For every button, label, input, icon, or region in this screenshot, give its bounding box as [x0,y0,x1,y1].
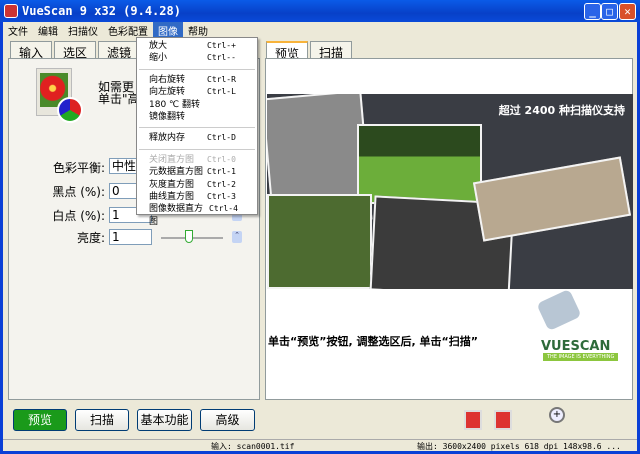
menu-image[interactable]: 图像 [153,22,183,38]
separator [139,148,255,150]
window-title: VueScan 9 x32 (9.4.28) [22,4,181,18]
label: 向左旋转 [149,87,186,98]
vuescan-logo: VUESCAN [541,339,611,354]
label: 元数据直方图 [149,167,204,178]
zoom-icon[interactable]: + [549,407,565,423]
banner-text: 超过 2400 种扫描仪支持 [498,104,625,117]
shortcut: Ctrl-0 [207,154,236,164]
label: 关闭直方图 [149,154,195,165]
tab-scan[interactable]: 扫描 [310,41,353,60]
preview-image: 超过 2400 种扫描仪支持 [267,94,633,289]
separator [139,127,255,129]
basic-mode-button[interactable]: 基本功能 [137,409,192,431]
shortcut: Ctrl-3 [207,191,236,201]
menu-item-image-histogram[interactable]: 图像数据直方图 Ctrl-4 [137,203,257,227]
menu-item-release-memory[interactable]: 释放内存 Ctrl-D [137,132,257,144]
tab-crop[interactable]: 选区 [54,41,97,60]
menu-item-rotate-left[interactable]: 向左旋转 Ctrl-L [137,86,257,98]
preview-button[interactable]: 预览 [13,409,67,431]
label: 向右旋转 [149,74,186,85]
hint-line: 单击"高 [98,92,140,106]
shortcut: Ctrl-R [207,74,236,84]
tab-filter[interactable]: 滤镜 [98,41,141,60]
status-output: 输出: 3600x2400 pixels 618 dpi 148x98.6 ..… [417,442,621,451]
brightness-spinner[interactable]: ⌃ [232,231,242,243]
menu-bar: 文件 编辑 扫描仪 色彩配置 图像 帮助 [3,22,637,38]
color-balance-label: 色彩平衡: [52,161,105,175]
minimize-button[interactable]: _ [584,3,601,20]
scanner-logo-icon [536,288,582,332]
menu-file[interactable]: 文件 [3,22,33,38]
image-menu-dropdown: 放大 Ctrl-+ 缩小 Ctrl-- 向右旋转 Ctrl-R 向左旋转 Ctrl-L … [136,37,258,227]
shortcut: Ctrl-4 [209,204,238,214]
white-point-label: 白点 (%): [52,209,105,223]
label: 缩小 [149,53,168,64]
status-bar: 输入: scan0001.tif 输出: 3600x2400 pixels 61… [3,439,637,451]
scan-button[interactable]: 扫描 [75,409,129,431]
menu-item-zoom-out[interactable]: 缩小 Ctrl-- [137,52,257,64]
maximize-button[interactable]: □ [601,3,618,20]
label: 曲线直方图 [149,191,195,202]
app-icon [4,4,18,18]
label: 180 ℃ 翻转 [149,99,201,110]
instruction-text: 单击“预览”按钮, 调整选区后, 单击“扫描” [268,335,478,348]
menu-item-gray-histogram[interactable]: 灰度直方图 Ctrl-2 [137,179,257,191]
menu-help[interactable]: 帮助 [183,22,213,38]
shortcut: Ctrl-1 [207,167,236,177]
menu-color-profile[interactable]: 色彩配置 [103,22,153,38]
menu-item-close-histogram: 关闭直方图 Ctrl-0 [137,154,257,166]
tab-input[interactable]: 输入 [10,41,53,60]
menu-item-metadata-histogram[interactable]: 元数据直方图 Ctrl-1 [137,166,257,178]
brightness-slider-thumb[interactable] [185,230,193,243]
label: 释放内存 [149,133,186,144]
rotate-left-icon[interactable] [464,410,482,430]
flower-icon [36,68,83,123]
logo-tagline: THE IMAGE IS EVERYTHING [543,353,619,361]
menu-item-mirror[interactable]: 镜像翻转 [137,111,257,123]
label: 放大 [149,41,168,51]
label: 镜像翻转 [149,111,186,122]
shortcut: Ctrl-2 [207,179,236,189]
brightness-input[interactable]: 1 [109,229,152,245]
close-button[interactable]: ✕ [619,3,636,20]
preview-panel: 超过 2400 种扫描仪支持 单击“预览”按钮, 调整选区后, 单击“扫描” V… [265,58,633,400]
menu-item-rotate-right[interactable]: 向右旋转 Ctrl-R [137,74,257,86]
menu-item-curve-histogram[interactable]: 曲线直方图 Ctrl-3 [137,191,257,203]
label: 灰度直方图 [149,179,195,190]
hint-text: 如需更 单击"高 [98,81,140,105]
left-tabs: 输入 选区 滤镜 [10,41,142,60]
menu-item-rotate-180[interactable]: 180 ℃ 翻转 [137,99,257,111]
label: 图像数据直方图 [149,204,204,227]
menu-item-zoom-in[interactable]: 放大 Ctrl-+ [137,40,257,52]
rotate-right-icon[interactable] [494,410,512,430]
shortcut: Ctrl-- [207,53,236,63]
shortcut [207,99,249,111]
title-bar: VueScan 9 x32 (9.4.28) _ □ ✕ [0,0,640,22]
shortcut [207,111,249,123]
black-point-label: 黑点 (%): [52,185,105,199]
menu-scanner[interactable]: 扫描仪 [63,22,103,38]
status-input: 输入: scan0001.tif [211,442,295,451]
menu-edit[interactable]: 编辑 [33,22,63,38]
advanced-mode-button[interactable]: 高级 [200,409,255,431]
shortcut: Ctrl-+ [207,41,236,50]
shortcut: Ctrl-D [207,133,236,143]
separator [139,68,255,70]
shortcut: Ctrl-L [207,87,236,97]
brightness-label: 亮度: [76,231,105,245]
